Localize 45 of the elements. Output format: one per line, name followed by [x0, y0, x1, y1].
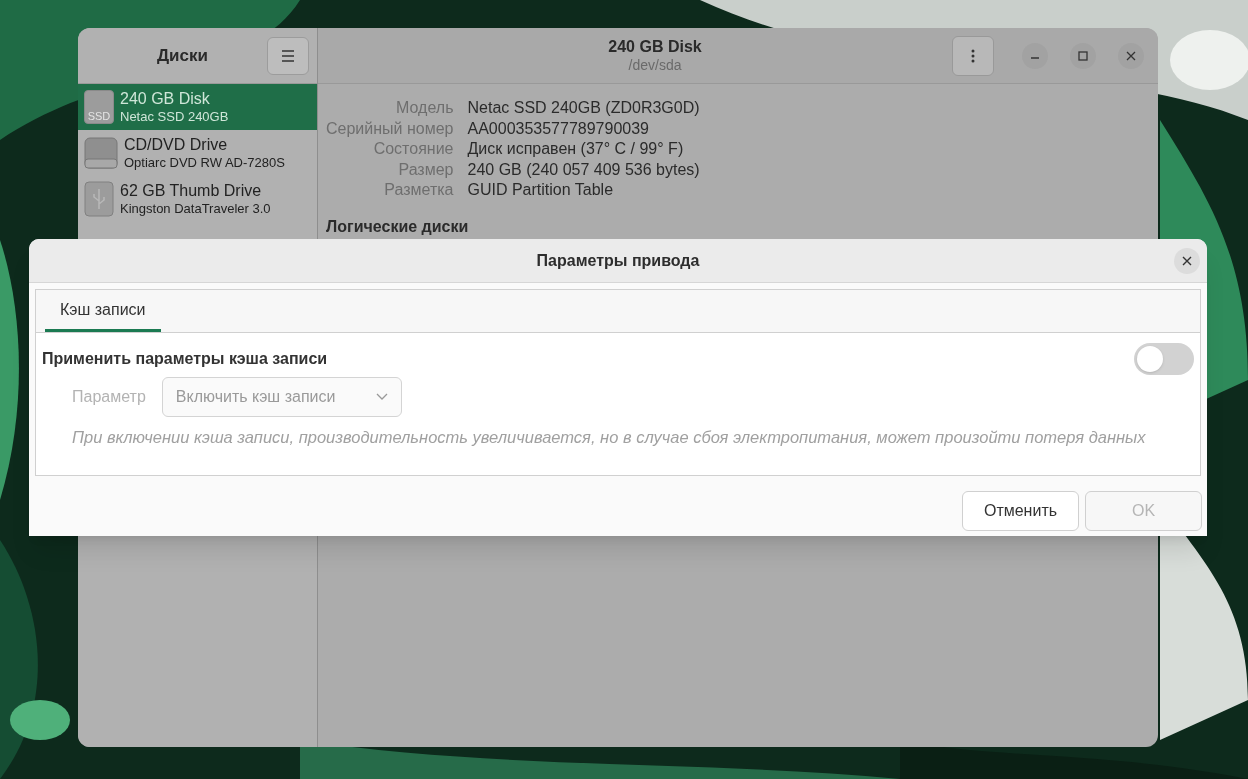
drive-name: CD/DVD Drive	[124, 134, 229, 155]
minimize-button[interactable]	[1022, 42, 1048, 69]
close-button[interactable]	[1174, 248, 1200, 274]
window-subtitle: /dev/sda	[628, 56, 682, 75]
detail-value: Диск исправен (37° C / 99° F)	[467, 139, 685, 159]
drive-model: Netac SSD 240GB	[120, 108, 229, 126]
section-heading: Логические диски	[326, 216, 470, 237]
close-icon	[1126, 50, 1136, 61]
menu-icon	[281, 49, 295, 62]
detail-label: Размер	[397, 159, 454, 180]
parameter-label: Параметр	[72, 387, 146, 407]
more-icon	[971, 48, 975, 63]
drive-name: 62 GB Thumb Drive	[120, 180, 263, 201]
sidebar-title: Диски	[156, 44, 209, 67]
drive-item[interactable]: 62 GB Thumb Drive Kingston DataTraveler 3.0	[78, 176, 317, 222]
detail-label: Разметка	[383, 180, 454, 200]
close-icon	[1182, 256, 1192, 266]
window-title: 240 GB Disk	[608, 36, 702, 57]
drive-item[interactable]: SSD 240 GB Disk Netac SSD 240GB	[78, 84, 317, 130]
maximize-icon	[1078, 50, 1088, 61]
ssd-drive-icon: SSD	[84, 90, 114, 124]
drive-model: Kingston DataTraveler 3.0	[120, 200, 271, 218]
drive-name: 240 GB Disk	[120, 88, 211, 109]
detail-label: Модель	[395, 98, 454, 118]
menu-button[interactable]	[267, 36, 309, 75]
detail-value: Netac SSD 240GB (ZD0R3G0D)	[467, 98, 701, 118]
detail-value: 240 GB (240 057 409 536 bytes)	[467, 159, 701, 180]
detail-label: Состояние	[372, 139, 454, 159]
minimize-icon	[1030, 57, 1040, 59]
maximize-button[interactable]	[1070, 42, 1096, 69]
usb-drive-icon	[84, 181, 114, 217]
toggle-switch[interactable]	[1134, 343, 1194, 375]
detail-value: GUID Partition Table	[467, 180, 615, 200]
switch-label: Применить параметры кэша записи	[42, 349, 328, 369]
optical-drive-icon	[84, 137, 118, 169]
detail-value: AA000353577789790039	[467, 118, 650, 139]
detail-label: Серийный номер	[326, 118, 454, 139]
chevron-down-icon	[375, 393, 388, 401]
drive-model: Optiarc DVD RW AD-7280S	[124, 154, 285, 172]
hint-text: При включении кэша записи, производительность увеличивается, но в случае сбоя электропитания, может произойти потеря данных	[71, 427, 1147, 448]
dialog-title: Параметры привода	[536, 250, 700, 271]
close-button[interactable]	[1118, 42, 1144, 69]
tab[interactable]: Кэш записи	[45, 290, 161, 332]
drive-item[interactable]: CD/DVD Drive Optiarc DVD RW AD-7280S	[78, 130, 317, 176]
dialog-button[interactable]: Отменить	[962, 491, 1079, 531]
